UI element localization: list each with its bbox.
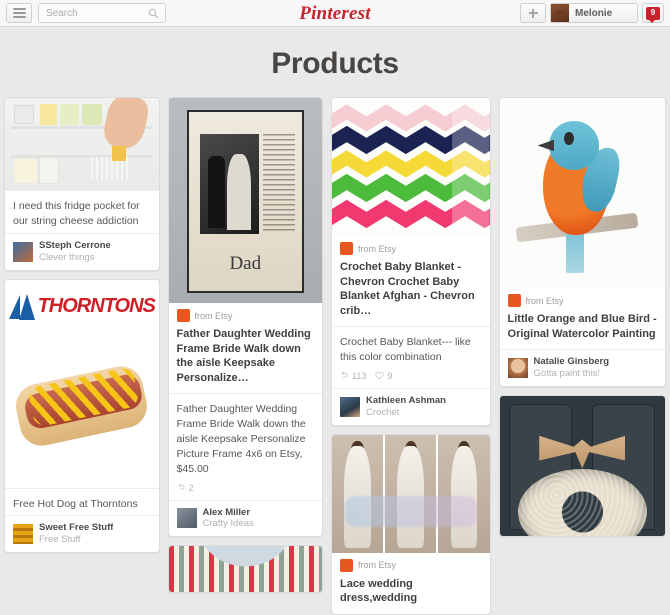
pin-description: Crochet Baby Blanket--- like this color … [332,326,490,369]
pin-column-1: I need this fridge pocket for our string… [4,97,160,554]
hamburger-menu-icon[interactable] [6,3,32,23]
pin-title[interactable]: Father Daughter Wedding Frame Bride Walk… [169,324,323,393]
pin-attribution[interactable]: SSteph Cerrone Clever things [5,232,159,270]
header-right-group: Melonie 9 [520,3,664,23]
etsy-badge-icon [340,558,354,572]
fridge-pocket-photo[interactable] [5,98,159,190]
pin-description: Father Daughter Wedding Frame Bride Walk… [168,393,323,481]
avatar [551,4,569,22]
pin-column-3: from Etsy Crochet Baby Blanket - Chevron… [331,97,491,615]
pin-source-row[interactable]: from Etsy [332,553,490,574]
pin-attribution[interactable]: Kathleen Ashman Crochet [332,387,490,425]
avatar [176,508,197,529]
pinterest-logo-text[interactable]: Pinterest [299,3,370,24]
burlap-bow-wreath-door-photo[interactable] [499,395,665,536]
heart-icon [375,372,385,380]
like-count: 9 [387,370,393,381]
pin-card-fridge-pocket[interactable]: I need this fridge pocket for our string… [4,97,160,271]
pin-card-free-hot-dog[interactable]: THORNTONS Free Hot Dog at Thorntons Swee… [4,278,160,554]
pin-attribution[interactable]: Sweet Free Stuff Free Stuff [5,515,159,552]
pin-author-name[interactable]: SSteph Cerrone [39,240,111,252]
pin-source-label[interactable]: from Etsy [358,560,396,570]
notification-badge: 9 [646,6,660,23]
search-box[interactable] [38,3,166,23]
thorntons-hot-dog-photo[interactable]: THORNTONS [5,279,159,488]
pin-grid: I need this fridge pocket for our string… [0,97,670,615]
avatar [13,241,33,262]
pin-attribution[interactable]: Natalie Ginsberg Gotta paint this! [499,349,665,386]
search-input[interactable] [39,7,165,19]
pin-card-father-daughter-frame[interactable]: Dad from Etsy Father Daughter Wedding Fr… [167,97,324,538]
fair-isle-knit-sweater-photo[interactable] [168,546,323,593]
chevron-crochet-baby-blanket-photo[interactable] [332,98,490,236]
pin-source-row[interactable]: from Etsy [500,288,665,309]
pin-source-label[interactable]: from Etsy [526,296,564,306]
notification-count: 9 [650,8,656,17]
pin-source-label[interactable]: from Etsy [195,311,233,321]
etsy-badge-icon [507,294,521,307]
pin-card-wreath-door[interactable] [498,394,666,537]
pin-author-name[interactable]: Alex Miller [203,507,254,519]
etsy-badge-icon [340,242,354,255]
pin-attribution[interactable]: Alex Miller Crafty Ideas [168,499,323,537]
pin-card-knit-sweater[interactable] [167,545,324,594]
user-menu-button[interactable]: Melonie [550,3,638,23]
pin-author-name[interactable]: Sweet Free Stuff [39,522,113,534]
pin-column-2: Dad from Etsy Father Daughter Wedding Fr… [167,97,324,594]
pin-board-name[interactable]: Clever things [39,252,111,264]
pin-board-name[interactable]: Crafty Ideas [203,518,254,530]
repin-stat[interactable]: 113 [340,371,366,381]
pin-description: Free Hot Dog at Thorntons [5,487,159,516]
repin-icon [177,483,185,490]
pin-stats: 113 9 [332,369,490,388]
pin-source-row[interactable]: from Etsy [169,303,323,324]
pin-description: I need this fridge pocket for our string… [5,190,159,233]
dad-wedding-picture-frame-photo[interactable]: Dad [168,98,323,303]
avatar [340,396,361,417]
pin-title[interactable]: Lace wedding dress,wedding [332,574,490,614]
pin-author-name[interactable]: Natalie Ginsberg [534,356,610,368]
add-pin-button[interactable] [520,3,546,23]
pin-board-name[interactable]: Gotta paint this! [534,368,610,380]
pin-board-name[interactable]: Crochet [366,407,446,419]
header-left-group [6,3,166,23]
avatar [13,524,33,545]
pin-title[interactable]: Little Orange and Blue Bird - Original W… [500,309,665,349]
avatar [507,357,528,378]
search-icon[interactable] [148,8,159,19]
thorntons-logo: THORNTONS [5,290,159,324]
page-title: Products [271,47,399,80]
chevron-pattern [332,98,490,236]
pin-card-lace-wedding-dress[interactable]: from Etsy Lace wedding dress,wedding [331,433,491,615]
repin-count: 113 [352,370,367,381]
repin-icon [341,371,348,378]
repin-stat[interactable]: 2 [177,483,194,493]
top-navigation-bar: Pinterest Melonie 9 [0,0,670,27]
repin-count: 2 [188,482,194,493]
pin-card-watercolor-bird[interactable]: from Etsy Little Orange and Blue Bird - … [498,97,666,387]
pin-author-name[interactable]: Kathleen Ashman [366,395,446,407]
like-stat[interactable]: 9 [375,371,392,381]
watermark [344,495,477,527]
pin-source-row[interactable]: from Etsy [332,236,490,257]
etsy-badge-icon [176,309,190,322]
pin-title[interactable]: Crochet Baby Blanket - Chevron Crochet B… [332,257,490,326]
notifications-button[interactable]: 9 [642,3,664,23]
pin-board-name[interactable]: Free Stuff [39,534,113,546]
pin-column-4: from Etsy Little Orange and Blue Bird - … [498,97,666,537]
user-name-label: Melonie [575,7,613,19]
pin-card-crochet-baby-blanket[interactable]: from Etsy Crochet Baby Blanket - Chevron… [331,97,491,426]
pin-source-label[interactable]: from Etsy [358,244,396,254]
orange-blue-bird-watercolor-photo[interactable] [499,98,665,288]
pin-stats: 2 [169,481,323,500]
